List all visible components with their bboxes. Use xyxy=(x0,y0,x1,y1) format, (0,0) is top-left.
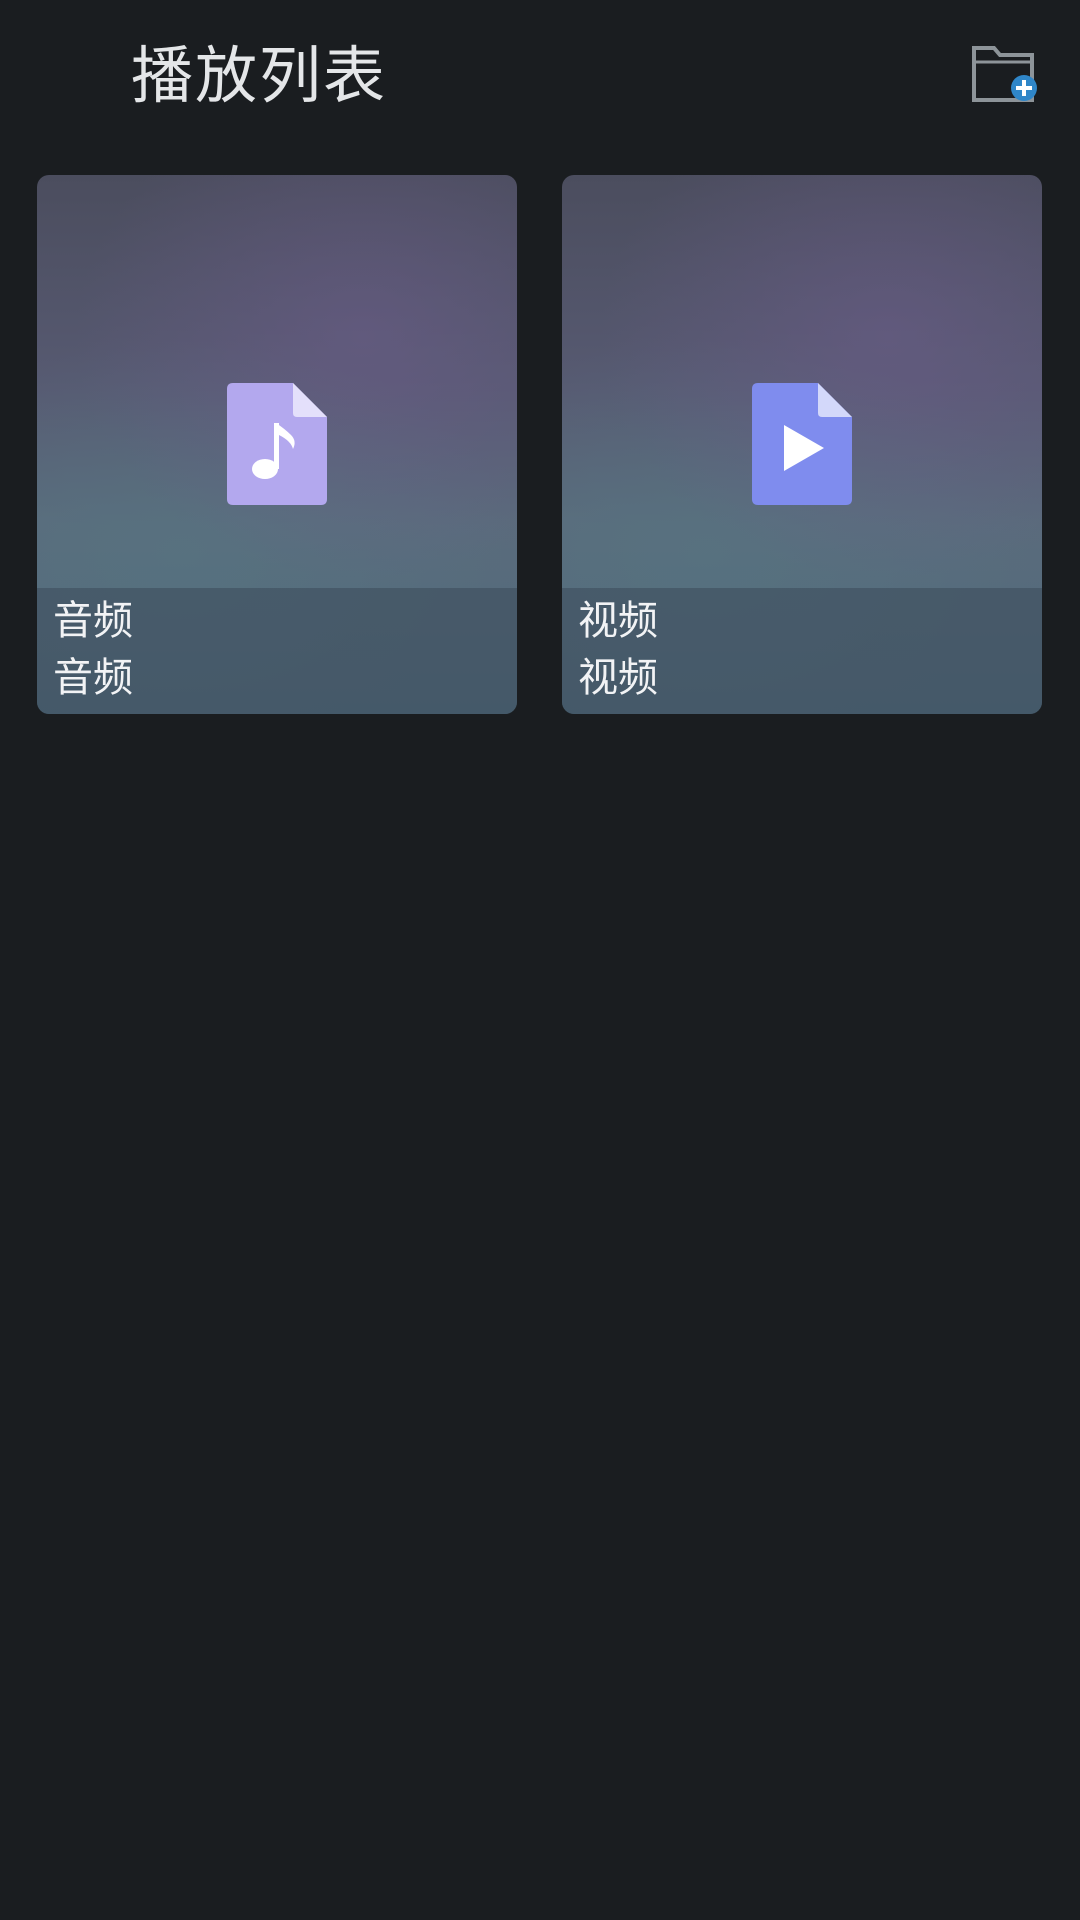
folder-add-icon xyxy=(972,46,1037,102)
playlist-subtitle: 音频 xyxy=(53,655,133,701)
add-folder-button[interactable] xyxy=(968,42,1040,106)
page-title: 播放列表 xyxy=(131,39,388,112)
card-footer: 视频 视频 xyxy=(562,588,1042,714)
playlist-screen: 播放列表 音频 音频 视频 视频 xyxy=(0,0,1080,1920)
playlist-name: 音频 xyxy=(53,598,133,644)
card-footer: 音频 音频 xyxy=(37,588,517,714)
playlist-name: 视频 xyxy=(578,598,658,644)
playlist-card-video[interactable]: 视频 视频 xyxy=(562,175,1042,714)
header: 播放列表 xyxy=(0,0,1080,160)
audio-file-icon xyxy=(227,383,327,505)
playlist-subtitle: 视频 xyxy=(578,655,658,701)
playlist-card-audio[interactable]: 音频 音频 xyxy=(37,175,517,714)
video-file-icon xyxy=(752,383,852,505)
playlist-grid: 音频 音频 视频 视频 xyxy=(37,175,1043,715)
